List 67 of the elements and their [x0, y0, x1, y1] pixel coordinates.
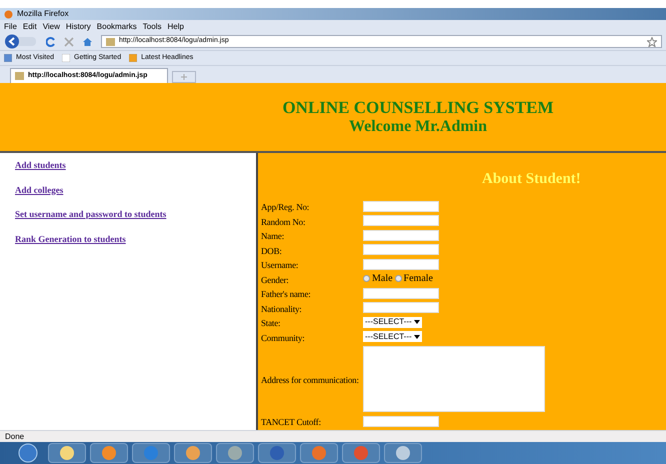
taskbar-app-icon[interactable] [132, 443, 170, 463]
input-field[interactable] [363, 244, 439, 256]
field-label: Father's name: [261, 289, 311, 300]
taskbar-app-icon[interactable] [174, 443, 212, 463]
taskbar-app-icon[interactable] [342, 443, 380, 463]
taskbar-app-icon[interactable] [90, 443, 128, 463]
sidebar-link[interactable]: Add students [15, 159, 256, 172]
bookmark-icon [4, 54, 12, 62]
taskbar-app-icon[interactable] [216, 443, 254, 463]
input-field[interactable] [363, 200, 439, 212]
field-label: Username: [261, 260, 298, 270]
back-button[interactable] [4, 34, 38, 49]
radio-button[interactable] [394, 275, 402, 282]
window-title: Mozilla Firefox [17, 8, 69, 20]
page-icon [15, 72, 24, 80]
new-tab-button[interactable] [172, 71, 196, 83]
site-title: ONLINE COUNSELLING SYSTEM [282, 98, 554, 117]
radio-label: Male [372, 272, 393, 286]
sidebar-link[interactable]: Rank Generation to students [15, 232, 256, 246]
sidebar-link[interactable]: Set username and password to students [15, 208, 256, 222]
address-field[interactable] [363, 346, 545, 412]
menu-item[interactable]: Help [167, 20, 184, 32]
taskbar-app-icon[interactable] [384, 443, 422, 463]
menu-item[interactable]: Tools [142, 20, 162, 32]
field-label: Gender: [261, 274, 289, 285]
taskbar-app-icon[interactable] [300, 443, 338, 463]
field-label: DOB: [261, 246, 282, 256]
input-field[interactable] [363, 230, 439, 241]
field-label: Nationality: [261, 304, 302, 314]
plus-icon [181, 74, 188, 80]
menu-item[interactable]: Bookmarks [96, 20, 137, 32]
input-field[interactable] [363, 416, 439, 427]
input-field[interactable] [363, 302, 439, 314]
select-dropdown[interactable]: ---SELECT--- [363, 331, 422, 342]
page-icon [106, 38, 115, 46]
field-label: State: [261, 318, 280, 328]
field-label: TANCET Cutoff: [261, 417, 321, 428]
close-icon[interactable] [64, 36, 74, 46]
radio-button[interactable] [363, 275, 370, 282]
caret-icon [414, 334, 420, 339]
browser-icon [4, 10, 13, 18]
field-label: Name: [261, 231, 284, 242]
home-icon[interactable] [82, 36, 93, 46]
menu-item[interactable]: File [4, 20, 17, 32]
input-field[interactable] [363, 288, 439, 299]
bookmark-icon [129, 54, 138, 62]
welcome-text: Welcome Mr.Admin [348, 117, 488, 136]
reload-icon[interactable] [46, 36, 56, 46]
field-label: Community: [261, 332, 305, 343]
bookmark-icon [62, 54, 70, 62]
field-label: Random No: [261, 216, 306, 227]
caret-icon [414, 320, 420, 324]
taskbar-app-icon[interactable] [258, 443, 296, 463]
menu-item[interactable]: Edit [22, 20, 37, 32]
radio-label: Female [404, 272, 433, 286]
section-title: About Student! [482, 171, 581, 187]
field-label: Address for communication: [261, 375, 359, 385]
star-icon[interactable] [647, 36, 657, 46]
sidebar-link[interactable]: Add colleges [15, 184, 256, 197]
select-dropdown[interactable]: ---SELECT--- [363, 316, 422, 328]
taskbar-app-icon[interactable] [48, 443, 86, 463]
input-field[interactable] [363, 215, 439, 226]
field-label: App/Reg. No: [261, 202, 310, 212]
status-text: Done [5, 430, 24, 442]
input-field[interactable] [363, 258, 439, 270]
menu-item[interactable]: View [42, 20, 60, 32]
menu-item[interactable]: History [66, 20, 91, 32]
